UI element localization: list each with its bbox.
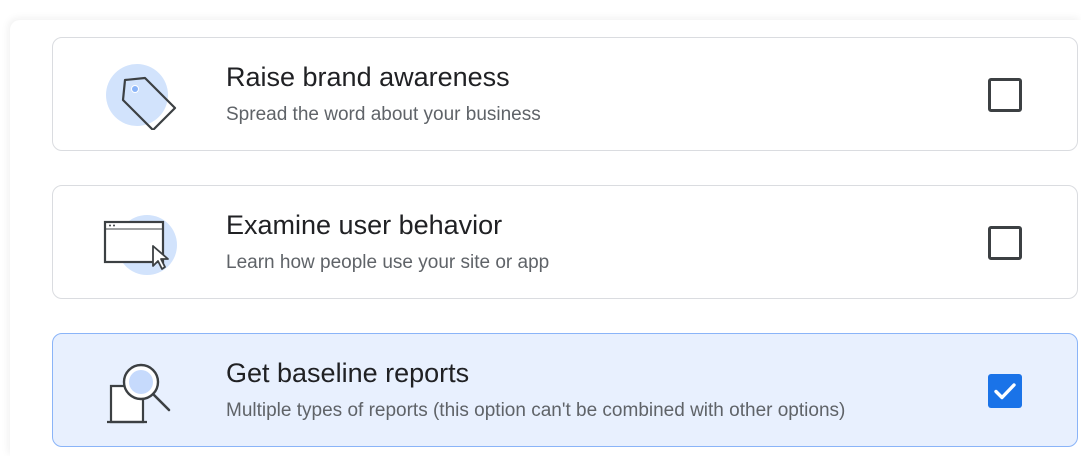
option-card-get-baseline-reports[interactable]: Get baseline reports Multiple types of r… — [52, 333, 1078, 447]
option-subtitle: Spread the word about your business — [226, 104, 541, 125]
option-text: Get baseline reports Multiple types of r… — [226, 356, 976, 424]
option-card-examine-user-behavior[interactable]: Examine user behavior Learn how people u… — [52, 185, 1078, 299]
tag-icon — [103, 60, 181, 132]
get-baseline-reports-checkbox[interactable] — [988, 374, 1022, 408]
option-text: Raise brand awareness Spread the word ab… — [226, 60, 976, 128]
examine-user-behavior-checkbox[interactable] — [988, 226, 1022, 260]
page-background: Raise brand awareness Spread the word ab… — [0, 0, 1081, 456]
option-title: Get baseline reports — [226, 358, 470, 388]
option-text: Examine user behavior Learn how people u… — [226, 208, 976, 276]
option-title: Raise brand awareness — [226, 62, 510, 92]
option-card-raise-brand-awareness[interactable]: Raise brand awareness Spread the word ab… — [52, 37, 1078, 151]
browser-cursor-icon — [103, 208, 181, 278]
magnifier-report-icon — [103, 356, 181, 426]
option-subtitle: Learn how people use your site or app — [226, 252, 550, 273]
raise-brand-awareness-checkbox[interactable] — [988, 78, 1022, 112]
option-subtitle: Multiple types of reports (this option c… — [226, 400, 846, 421]
option-title: Examine user behavior — [226, 210, 503, 240]
checkmark-icon — [994, 383, 1016, 400]
